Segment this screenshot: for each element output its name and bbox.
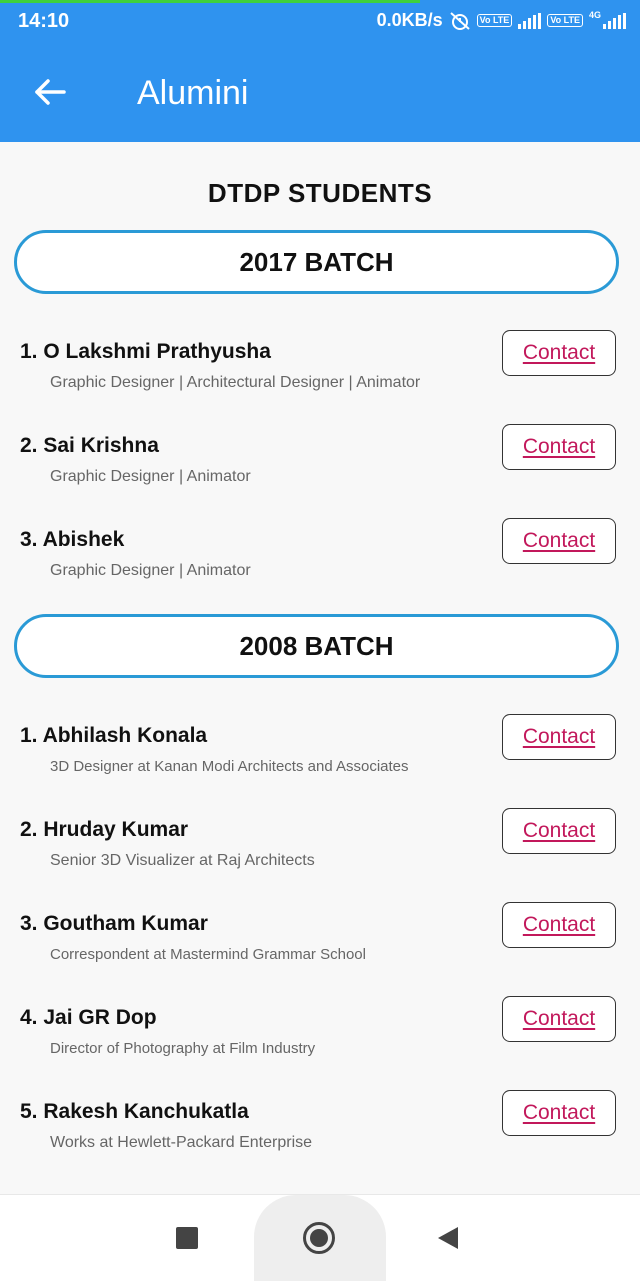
contact-button[interactable]: Contact [502,1090,616,1136]
list-item: 1. O Lakshmi Prathyusha Graphic Designer… [0,330,640,420]
app-bar: Alumini [0,44,640,142]
student-name: 2. Sai Krishna [20,434,159,457]
student-name: 3. Goutham Kumar [20,912,208,935]
loading-progress-line [0,0,420,3]
alarm-off-icon [449,11,470,30]
net-speed: 0.0KB/s [376,10,443,30]
student-name: 4. Jai GR Dop [20,1006,157,1029]
batch-header-2017: 2017 BATCH [14,230,619,294]
contact-button[interactable]: Contact [502,714,616,760]
student-role: 3D Designer at Kanan Modi Architects and… [50,758,409,775]
volte-icon: Vo LTE [476,14,513,27]
signal-icon [603,12,626,29]
status-icons: 0.0KB/s Vo LTE Vo LTE 4G [377,10,626,31]
contact-button[interactable]: Contact [502,330,616,376]
student-role: Graphic Designer | Animator [50,562,251,579]
network-type: 4G [588,9,601,20]
student-role: Works at Hewlett-Packard Enterprise [50,1134,313,1151]
alumni-list[interactable]: DTDP STUDENTS 2017 BATCH 1. O Lakshmi Pr… [0,142,640,1194]
student-name: 1. O Lakshmi Prathyusha [20,340,271,363]
back-icon[interactable] [438,1227,458,1249]
back-button[interactable] [28,70,72,114]
student-role: Graphic Designer | Architectural Designe… [50,374,421,391]
recent-apps-icon[interactable] [176,1227,198,1249]
contact-button[interactable]: Contact [502,902,616,948]
system-nav-bar [0,1194,640,1281]
student-name: 5. Rakesh Kanchukatla [20,1100,249,1123]
list-item: 1. Abhilash Konala 3D Designer at Kanan … [0,714,640,804]
section-title: DTDP STUDENTS [207,178,433,208]
student-name: 3. Abishek [20,528,125,551]
status-time: 14:10 [18,10,70,32]
signal-icon [518,12,542,29]
student-role: Correspondent at Mastermind Grammar Scho… [50,946,366,963]
student-role: Senior 3D Visualizer at Raj Architects [50,852,315,869]
student-name: 2. Hruday Kumar [20,818,189,841]
list-item: 2. Sai Krishna Graphic Designer | Animat… [0,424,640,514]
page-title: Alumini [137,74,249,112]
contact-button[interactable]: Contact [502,996,616,1042]
status-bar: 14:10 0.0KB/s Vo LTE Vo LTE 4G [0,0,640,44]
list-item: 3. Abishek Graphic Designer | Animator C… [0,518,640,608]
list-item: 2. Hruday Kumar Senior 3D Visualizer at … [0,808,640,898]
list-item: 3. Goutham Kumar Correspondent at Master… [0,902,640,992]
contact-button[interactable]: Contact [502,424,616,470]
batch-header-2008: 2008 BATCH [14,614,619,678]
arrow-left-icon [35,79,66,105]
home-icon[interactable] [303,1222,335,1254]
student-role: Director of Photography at Film Industry [50,1040,316,1057]
student-role: Graphic Designer | Animator [50,468,251,485]
student-name: 1. Abhilash Konala [20,724,208,747]
contact-button[interactable]: Contact [502,518,616,564]
volte-icon: Vo LTE [547,14,583,27]
list-item: 5. Rakesh Kanchukatla Works at Hewlett-P… [0,1090,640,1180]
contact-button[interactable]: Contact [502,808,616,854]
list-item: 4. Jai GR Dop Director of Photography at… [0,996,640,1086]
